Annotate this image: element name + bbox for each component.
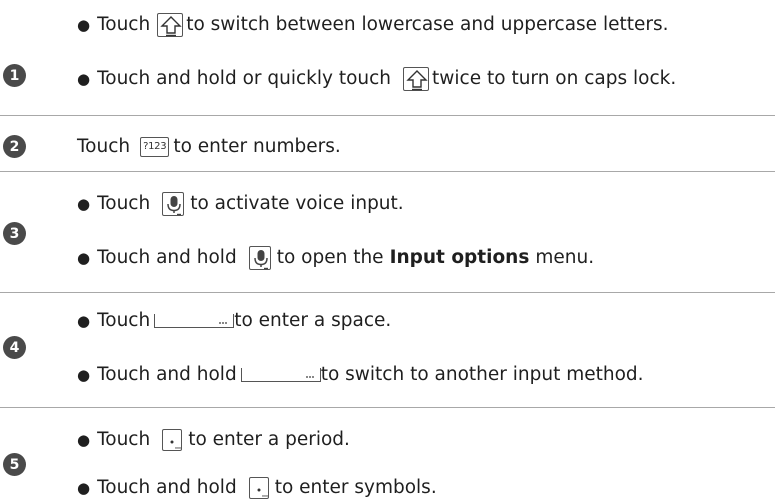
step-number-2: 2 [3, 135, 26, 158]
instruction-prefix: Touch [97, 14, 151, 35]
bullet: ● [77, 312, 91, 330]
instruction-line: ● Touch and hold or quickly touch twice … [77, 67, 676, 91]
instruction-suffix-pre: to open the [276, 247, 384, 268]
instruction-line: ● Touch and hold to open the Input optio… [77, 246, 594, 270]
bullet: ● [77, 479, 91, 497]
instruction-line: Touch ?123 to enter numbers. [77, 135, 341, 159]
instruction-prefix: Touch [97, 193, 151, 214]
instruction-line: ● Touch and hold to enter symbols. [77, 476, 437, 500]
shift-key-icon [157, 13, 184, 37]
bullet: ● [77, 431, 91, 449]
instruction-prefix: Touch and hold [97, 364, 237, 385]
numbers-key-icon: ?123 [140, 137, 170, 157]
space-key-icon [240, 368, 321, 382]
divider [0, 171, 775, 172]
instruction-prefix: Touch [97, 310, 151, 331]
instruction-prefix: Touch and hold [97, 477, 237, 498]
step-number-3: 3 [3, 222, 26, 245]
instruction-suffix-post: menu. [535, 247, 595, 268]
divider [0, 115, 775, 116]
instruction-prefix: Touch and hold [97, 247, 237, 268]
instruction-suffix: to activate voice input. [190, 193, 404, 214]
instruction-suffix: twice to turn on caps lock. [432, 68, 677, 89]
instruction-suffix: to switch between lowercase and uppercas… [186, 14, 669, 35]
instruction-suffix: to enter symbols. [274, 477, 437, 498]
instruction-suffix: to switch to another input method. [320, 364, 644, 385]
instruction-line: ● Touch to activate voice input. [77, 192, 404, 216]
bullet: ● [77, 16, 91, 34]
instruction-suffix: to enter numbers. [173, 136, 341, 157]
shift-key-icon [403, 67, 430, 91]
step-number-5: 5 [3, 453, 26, 476]
space-key-icon [154, 314, 235, 328]
step-number-1: 1 [3, 64, 26, 87]
microphone-key-icon [248, 246, 271, 270]
divider [0, 292, 775, 293]
instruction-prefix: Touch [97, 429, 151, 450]
bullet: ● [77, 366, 91, 384]
divider [0, 407, 775, 408]
period-key-icon [248, 477, 269, 499]
instruction-line: ● Touch to enter a period. [77, 428, 350, 452]
instruction-line: ● Touch and hold to switch to another in… [77, 363, 644, 387]
bullet: ● [77, 249, 91, 267]
instruction-suffix: to enter a period. [188, 429, 350, 450]
input-options-label: Input options [389, 247, 530, 268]
instruction-line: ● Touch to switch between lowercase and … [77, 13, 668, 37]
keyboard-instructions: 1 ● Touch to switch between lowercase an… [0, 0, 775, 504]
microphone-key-icon [162, 192, 185, 216]
instruction-line: ● Touch to enter a space. [77, 309, 391, 333]
step-number-4: 4 [3, 336, 26, 359]
instruction-prefix: Touch and hold or quickly touch [97, 68, 392, 89]
instruction-prefix: Touch [77, 136, 131, 157]
bullet: ● [77, 70, 91, 88]
bullet: ● [77, 195, 91, 213]
period-key-icon [162, 429, 183, 451]
instruction-suffix: to enter a space. [234, 310, 392, 331]
